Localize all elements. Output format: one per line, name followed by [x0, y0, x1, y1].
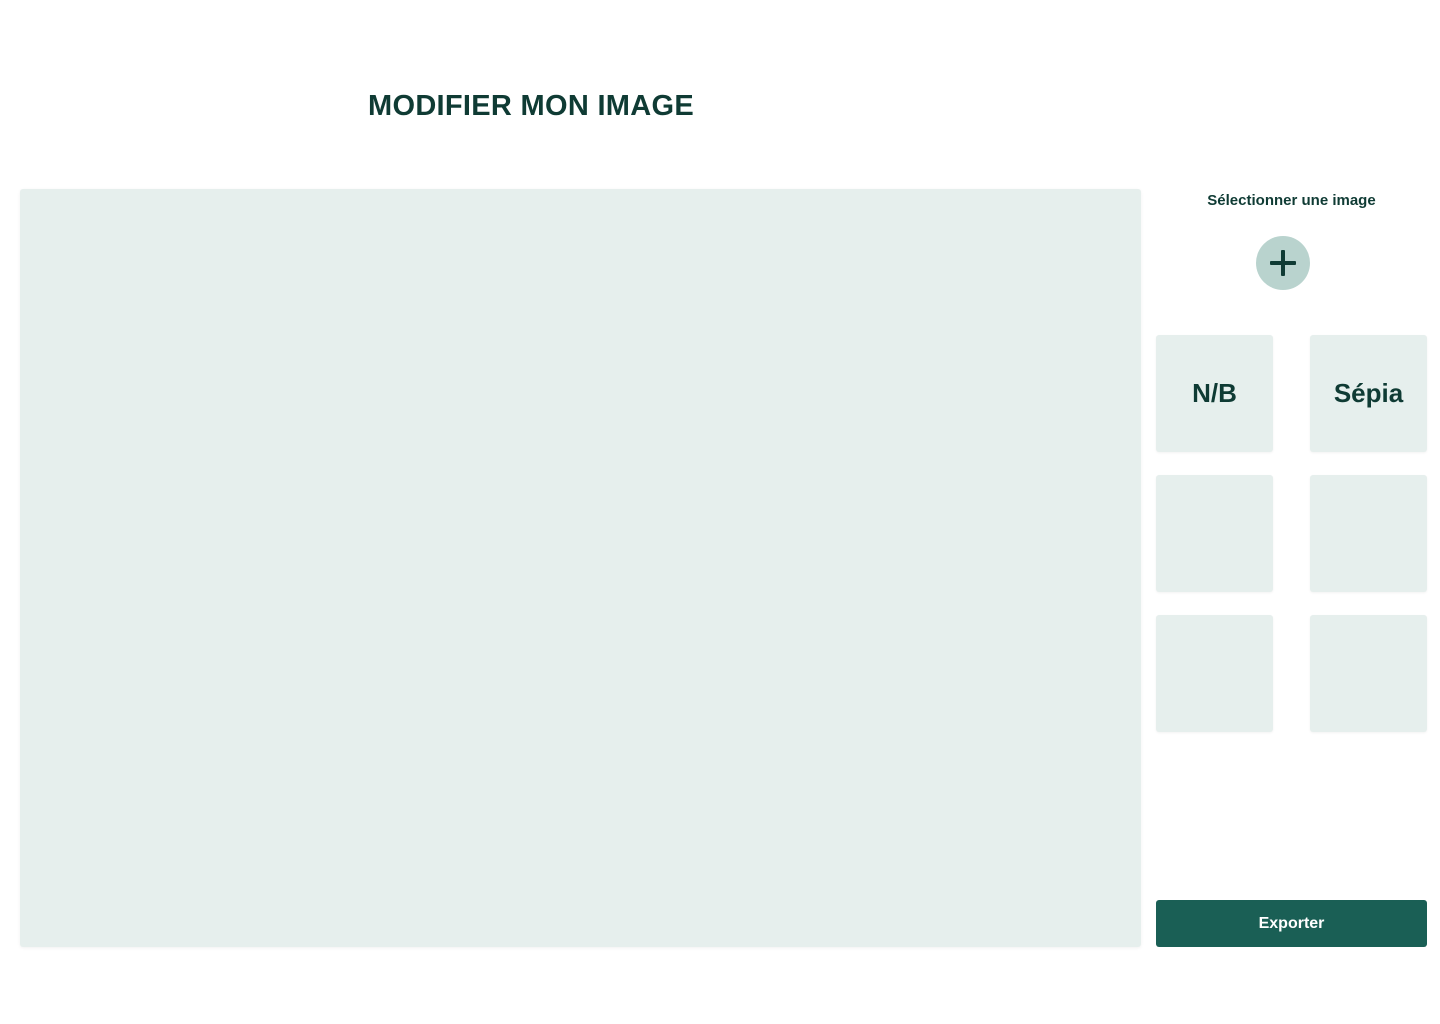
add-image-button[interactable] [1256, 236, 1310, 290]
select-image-label: Sélectionner une image [1207, 192, 1376, 209]
page: MODIFIER MON IMAGE Sélectionner une imag… [0, 0, 1440, 1024]
filter-tile[interactable] [1156, 475, 1273, 592]
filter-tile[interactable] [1156, 615, 1273, 732]
filter-tile[interactable] [1310, 615, 1427, 732]
filter-tile[interactable] [1310, 475, 1427, 592]
filter-tile-nb[interactable]: N/B [1156, 335, 1273, 452]
sidebar: Sélectionner une image N/B Sépia Exporte… [1156, 189, 1427, 947]
image-canvas[interactable] [20, 189, 1141, 947]
page-title: MODIFIER MON IMAGE [368, 90, 694, 122]
filter-tile-sepia[interactable]: Sépia [1310, 335, 1427, 452]
export-button[interactable]: Exporter [1156, 900, 1427, 947]
